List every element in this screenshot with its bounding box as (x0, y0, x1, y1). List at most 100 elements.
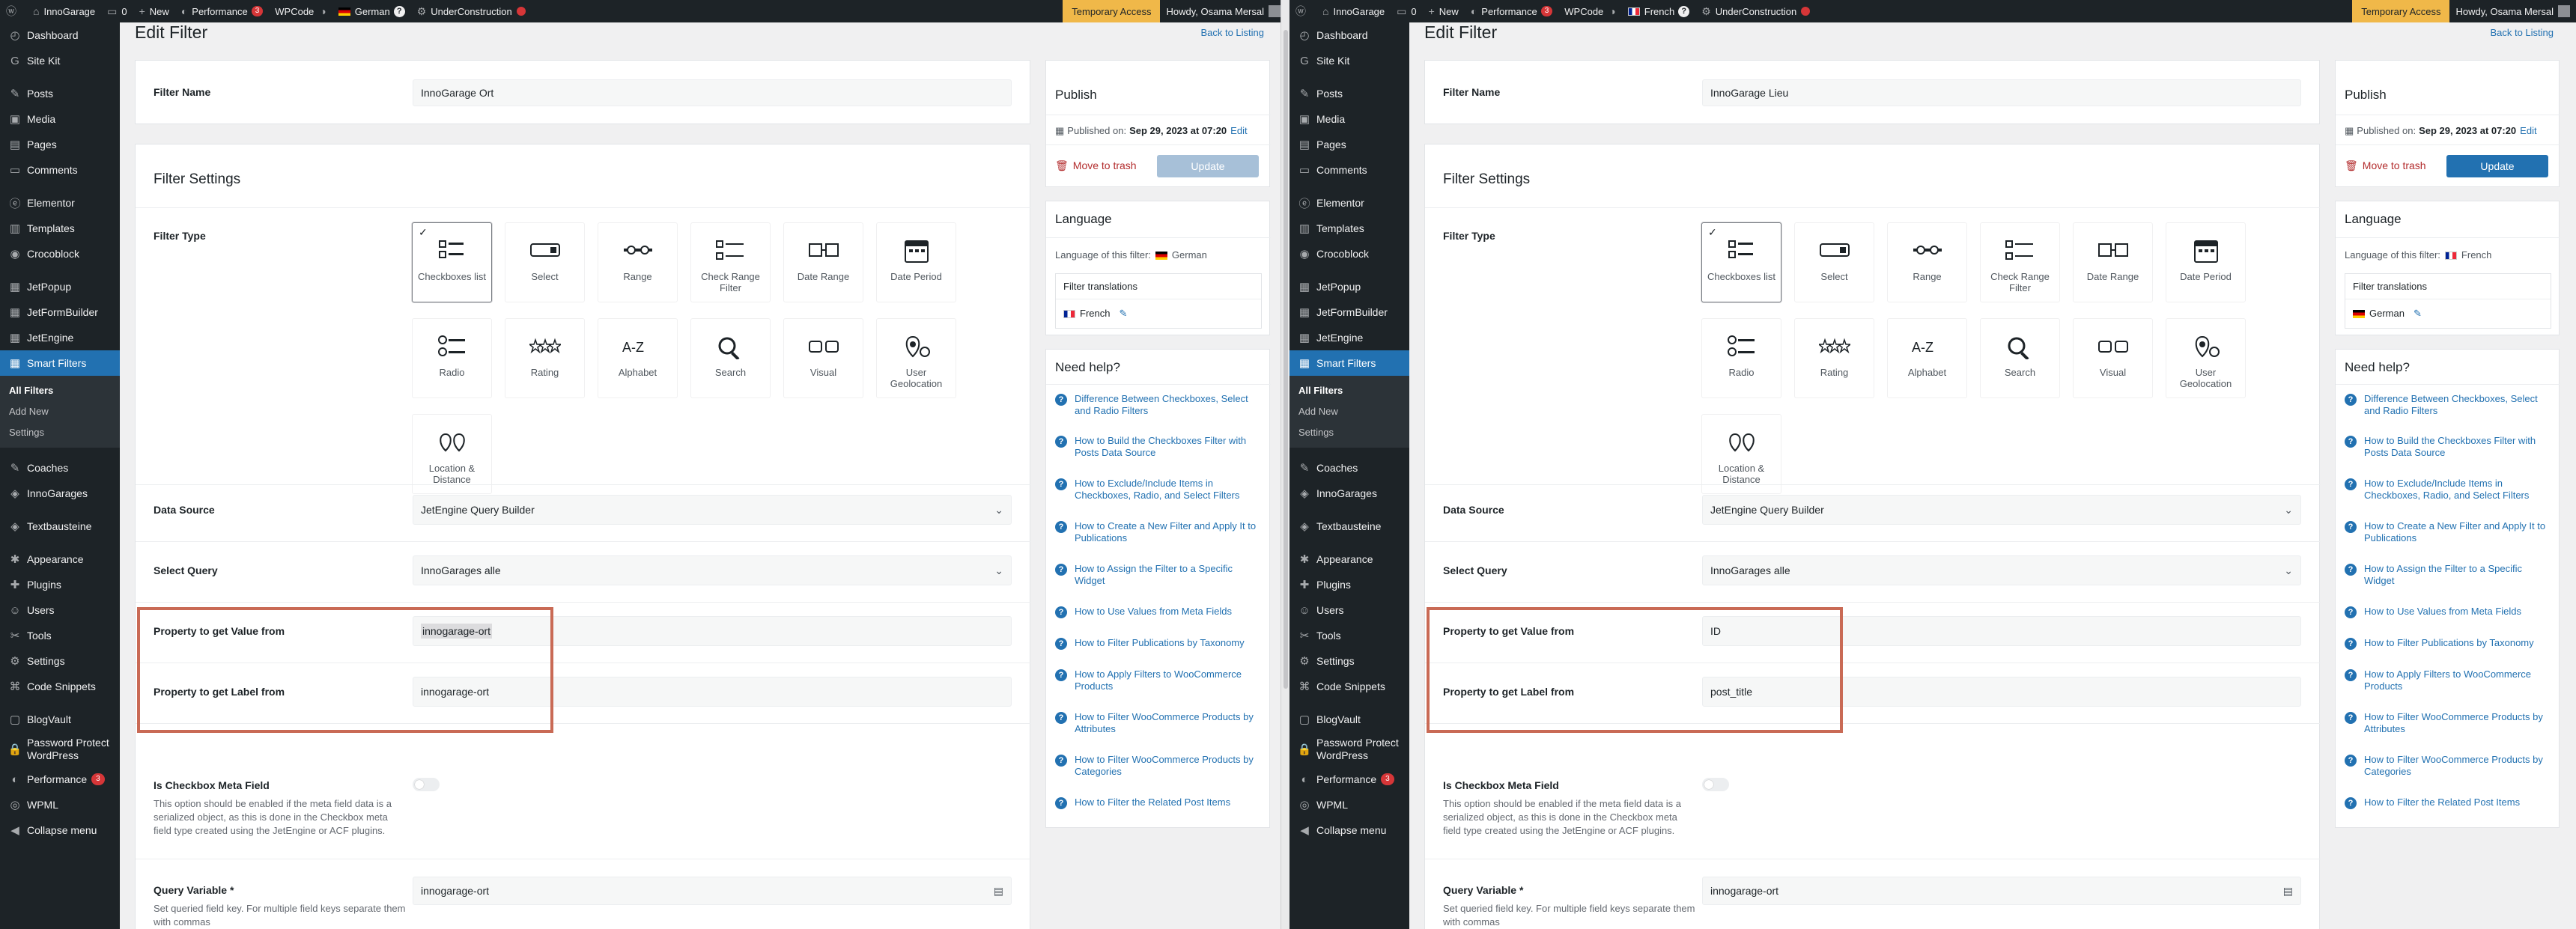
howdy-user-menu[interactable]: Howdy, Osama Mersal (2449, 0, 2576, 22)
sidebar-item-comments[interactable]: ▭ Comments (1289, 157, 1409, 183)
new-content-link[interactable]: + New (133, 0, 175, 22)
submenu-item-settings[interactable]: Settings (0, 422, 120, 443)
temporary-access-badge[interactable]: Temporary Access (2352, 0, 2450, 22)
sidebar-item-elementor[interactable]: ⓔ Elementor (1289, 190, 1409, 216)
sidebar-item-jetpopup[interactable]: ▦ JetPopup (0, 274, 120, 299)
performance-link[interactable]: ◐ Performance 3 (1465, 0, 1558, 22)
sidebar-item-media[interactable]: ▣ Media (0, 106, 120, 132)
help-link[interactable]: ? How to Filter Publications by Taxonomy (1055, 637, 1265, 650)
filter-type-visual[interactable]: Visual (783, 318, 863, 398)
sidebar-item-tools[interactable]: ✂ Tools (0, 623, 120, 648)
sidebar-item-settings[interactable]: ⚙ Settings (1289, 648, 1409, 674)
filter-type-rating[interactable]: Rating (1794, 318, 1874, 398)
sidebar-item-smart-filters[interactable]: ▦ Smart Filters (1289, 350, 1409, 376)
sidebar-item-password-protect-wordpress[interactable]: 🔒 Password Protect WordPress (1289, 732, 1409, 767)
filter-type-user-geolocation[interactable]: User Geolocation (876, 318, 956, 398)
sidebar-item-plugins[interactable]: ✚ Plugins (1289, 572, 1409, 597)
filter-type-location-and-distance[interactable]: Location & Distance (1701, 414, 1781, 494)
filter-name-input[interactable]: InnoGarage Ort (413, 79, 1012, 106)
underconstruction-link[interactable]: ⚙ UnderConstruction (411, 0, 532, 22)
help-link[interactable]: ? How to Filter Publications by Taxonomy (2345, 637, 2554, 650)
filter-type-check-range-filter[interactable]: Check Range Filter (1980, 222, 2060, 302)
filter-type-rating[interactable]: Rating (505, 318, 585, 398)
comments-link[interactable]: ▭ 0 (1391, 0, 1422, 22)
sidebar-item-plugins[interactable]: ✚ Plugins (0, 572, 120, 597)
sidebar-item-dashboard[interactable]: ◴ Dashboard (0, 22, 120, 48)
sidebar-item-appearance[interactable]: ✱ Appearance (0, 546, 120, 572)
filter-type-visual[interactable]: Visual (2073, 318, 2153, 398)
edit-date-link[interactable]: Edit (2520, 125, 2536, 136)
sidebar-item-jetpopup[interactable]: ▦ JetPopup (1289, 274, 1409, 299)
move-to-trash-link[interactable]: 🗑 Move to trash (2345, 159, 2426, 172)
sidebar-item-users[interactable]: ☺ Users (1289, 597, 1409, 623)
sidebar-item-blogvault[interactable]: ▢ BlogVault (0, 707, 120, 732)
filter-type-check-range-filter[interactable]: Check Range Filter (690, 222, 771, 302)
submenu-item-settings[interactable]: Settings (1289, 422, 1409, 443)
sidebar-item-jetformbuilder[interactable]: ▦ JetFormBuilder (0, 299, 120, 325)
help-link[interactable]: ? How to Filter the Related Post Items (1055, 796, 1265, 809)
sidebar-item-textbausteine[interactable]: ◈ Textbausteine (1289, 514, 1409, 539)
language-switcher[interactable]: French? (1622, 0, 1695, 22)
sidebar-item-password-protect-wordpress[interactable]: 🔒 Password Protect WordPress (0, 732, 120, 767)
filter-type-range[interactable]: Range (598, 222, 678, 302)
filter-type-radio[interactable]: Radio (412, 318, 492, 398)
filter-type-checkboxes-list[interactable]: ✓ Checkboxes list (1701, 222, 1781, 302)
filter-type-select[interactable]: Select (505, 222, 585, 302)
submenu-item-add-new[interactable]: Add New (1289, 401, 1409, 422)
help-link[interactable]: ? How to Apply Filters to WooCommerce Pro… (2345, 668, 2554, 692)
filter-type-alphabet[interactable]: A-Z Alphabet (1887, 318, 1967, 398)
sidebar-item-wpml[interactable]: ◎ WPML (1289, 792, 1409, 817)
sidebar-item-innogarages[interactable]: ◈ InnoGarages (0, 481, 120, 506)
data-source-select[interactable]: JetEngine Query Builder ⌄ (1702, 495, 2301, 525)
filter-type-search[interactable]: Search (690, 318, 771, 398)
filter-type-date-period[interactable]: Date Period (2166, 222, 2246, 302)
language-switcher[interactable]: German? (332, 0, 411, 22)
sidebar-item-innogarages[interactable]: ◈ InnoGarages (1289, 481, 1409, 506)
help-link[interactable]: ? How to Filter WooCommerce Products by C… (1055, 754, 1265, 778)
update-button[interactable]: Update (2446, 155, 2548, 177)
filter-type-date-range[interactable]: Date Range (2073, 222, 2153, 302)
sidebar-item-jetengine[interactable]: ▦ JetEngine (1289, 325, 1409, 350)
comments-link[interactable]: ▭ 0 (101, 0, 133, 22)
sidebar-item-posts[interactable]: ✎ Posts (0, 81, 120, 106)
help-link[interactable]: ? How to Filter the Related Post Items (2345, 796, 2554, 809)
sidebar-item-site-kit[interactable]: G Site Kit (1289, 48, 1409, 73)
help-link[interactable]: ? How to Filter WooCommerce Products by A… (2345, 711, 2554, 735)
edit-pencil-icon[interactable]: ✎ (1119, 308, 1127, 319)
filter-type-date-range[interactable]: Date Range (783, 222, 863, 302)
filter-type-radio[interactable]: Radio (1701, 318, 1781, 398)
new-content-link[interactable]: + New (1423, 0, 1465, 22)
submenu-item-all-filters[interactable]: All Filters (0, 380, 120, 401)
sidebar-item-coaches[interactable]: ✎ Coaches (0, 455, 120, 481)
sidebar-item-textbausteine[interactable]: ◈ Textbausteine (0, 514, 120, 539)
sidebar-item-media[interactable]: ▣ Media (1289, 106, 1409, 132)
checkbox-meta-toggle[interactable] (413, 778, 440, 791)
filter-type-date-period[interactable]: Date Period (876, 222, 956, 302)
sidebar-item-jetformbuilder[interactable]: ▦ JetFormBuilder (1289, 299, 1409, 325)
sidebar-item-templates[interactable]: ▥ Templates (1289, 216, 1409, 241)
wordpress-logo-icon[interactable]: ⓦ (0, 0, 27, 22)
sidebar-item-users[interactable]: ☺ Users (0, 597, 120, 623)
filter-type-range[interactable]: Range (1887, 222, 1967, 302)
sidebar-item-crocoblock[interactable]: ◉ Crocoblock (1289, 241, 1409, 266)
help-link[interactable]: ? How to Use Values from Meta Fields (2345, 606, 2554, 618)
sidebar-item-performance[interactable]: ◐ Performance 3 (1289, 767, 1409, 792)
sidebar-item-comments[interactable]: ▭ Comments (0, 157, 120, 183)
sidebar-item-wpml[interactable]: ◎ WPML (0, 792, 120, 817)
submenu-item-add-new[interactable]: Add New (0, 401, 120, 422)
select-query-select[interactable]: InnoGarages alle ⌄ (413, 555, 1012, 585)
performance-link[interactable]: ◐ Performance 3 (175, 0, 269, 22)
help-link[interactable]: ? How to Exclude/Include Items in Checkbo… (1055, 478, 1265, 502)
submenu-item-all-filters[interactable]: All Filters (1289, 380, 1409, 401)
help-link[interactable]: ? How to Build the Checkboxes Filter with… (1055, 435, 1265, 459)
help-link[interactable]: ? How to Use Values from Meta Fields (1055, 606, 1265, 618)
howdy-user-menu[interactable]: Howdy, Osama Mersal (1160, 0, 1287, 22)
pane-scrollbar[interactable] (1281, 0, 1289, 929)
help-link[interactable]: ? Difference Between Checkboxes, Select a… (2345, 393, 2554, 417)
help-link[interactable]: ? How to Create a New Filter and Apply It… (1055, 520, 1265, 544)
wpcode-link[interactable]: WPCode ◑ (1558, 0, 1622, 22)
site-name-link[interactable]: ⌂ InnoGarage (27, 0, 101, 22)
temporary-access-badge[interactable]: Temporary Access (1063, 0, 1161, 22)
sidebar-item-appearance[interactable]: ✱ Appearance (1289, 546, 1409, 572)
sidebar-item-collapse-menu[interactable]: ◀ Collapse menu (0, 817, 120, 843)
